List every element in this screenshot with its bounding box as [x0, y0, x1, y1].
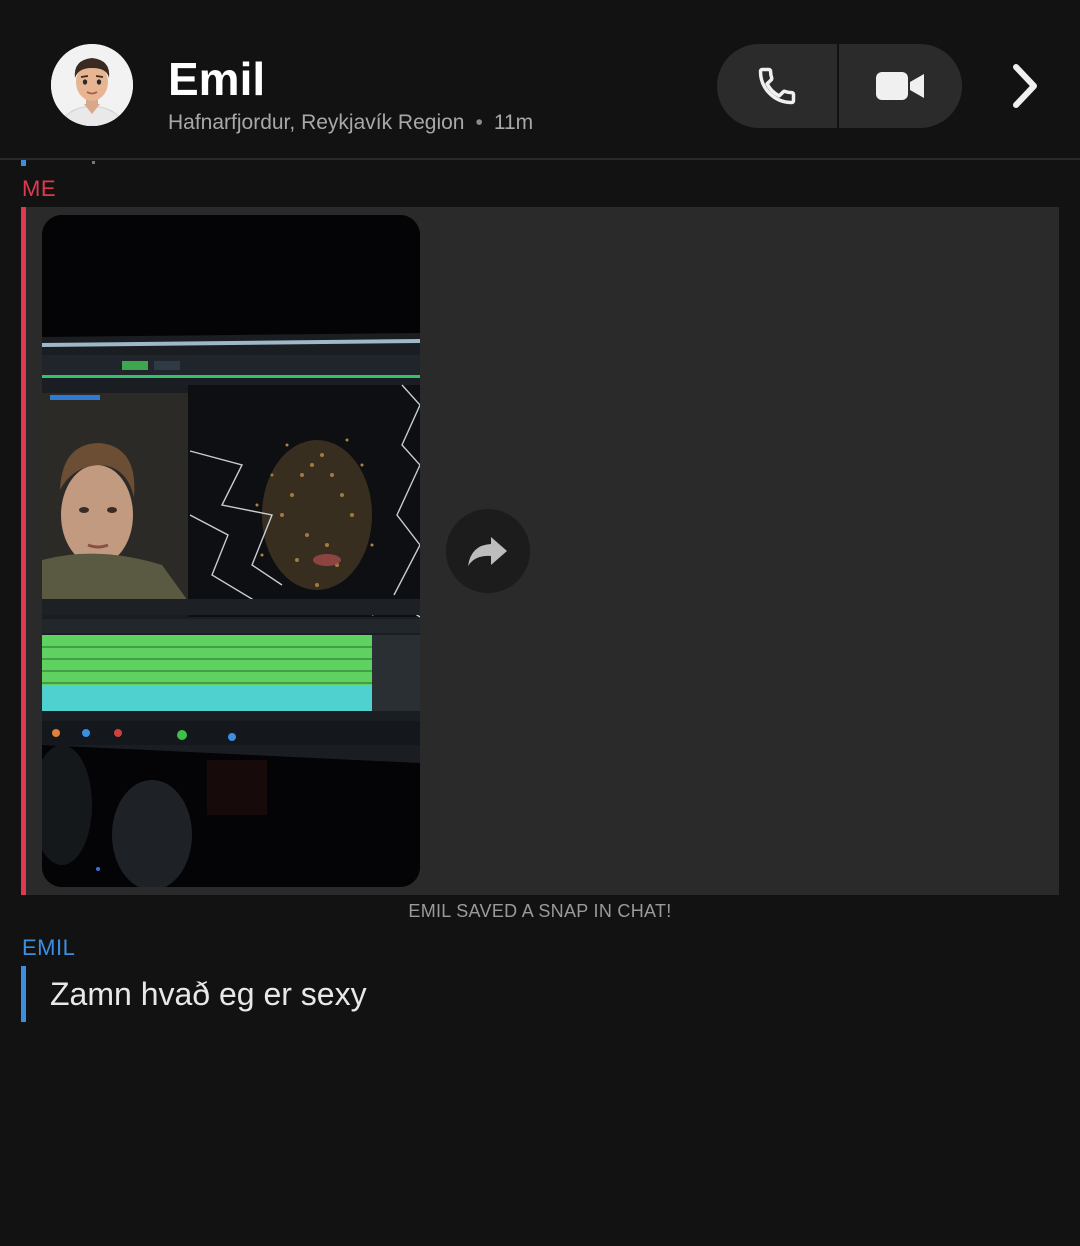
contact-status: Hafnarfjordur, Reykjavík Region • 11m — [168, 111, 533, 135]
chat-header: Emil Hafnarfjordur, Reykjavík Region • 11m — [0, 0, 1080, 160]
share-arrow-icon — [468, 537, 507, 566]
phone-icon — [758, 67, 796, 105]
emil-message-text[interactable]: Zamn hvað eg er sexy — [50, 976, 367, 1013]
bitmoji-avatar-icon — [51, 44, 133, 126]
forward-snap-button[interactable] — [446, 509, 530, 593]
chevron-right-icon — [1013, 64, 1037, 108]
location-text: Hafnarfjordur, Reykjavík Region — [168, 111, 465, 134]
voice-call-button[interactable] — [717, 44, 839, 128]
snap-photo-icon — [42, 215, 420, 887]
previous-message-bar — [21, 160, 26, 166]
emil-message-bar — [21, 966, 26, 1022]
call-actions — [717, 44, 962, 128]
previous-message-fragment — [92, 161, 95, 164]
last-active-time: 11m — [493, 111, 534, 134]
sender-label-emil: EMIL — [22, 935, 76, 960]
sender-label-me: ME — [22, 176, 56, 201]
avatar[interactable] — [51, 44, 133, 126]
contact-name[interactable]: Emil — [168, 52, 265, 106]
more-button[interactable] — [1000, 56, 1050, 116]
snap-image[interactable] — [42, 215, 420, 887]
separator-dot: • — [475, 111, 483, 134]
video-call-button[interactable] — [839, 44, 961, 128]
saved-snap-notice: EMIL SAVED A SNAP IN CHAT! — [408, 901, 672, 921]
video-camera-icon — [876, 72, 924, 100]
